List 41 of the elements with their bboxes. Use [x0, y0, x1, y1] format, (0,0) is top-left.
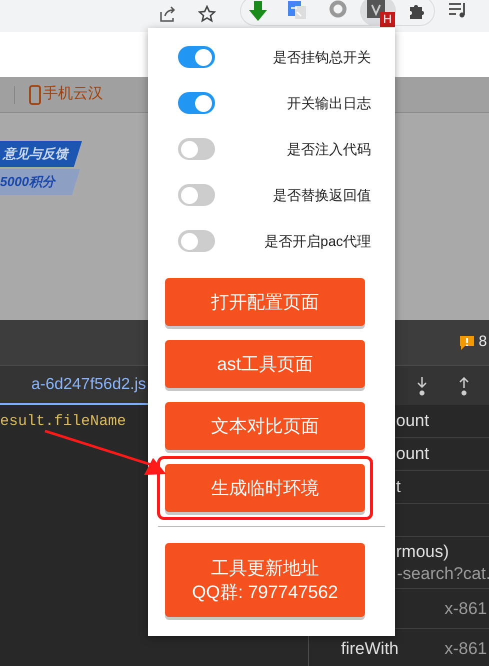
toggle-switch[interactable]	[178, 138, 215, 160]
banner-label: 5000积分	[0, 169, 80, 195]
ring-icon[interactable]	[329, 0, 347, 18]
badge: H	[380, 12, 395, 27]
action-button[interactable]: 工具更新地址 QQ群: 797747562	[165, 543, 365, 617]
download-icon[interactable]	[247, 0, 269, 22]
toggle-label: 是否开启pac代理	[264, 232, 371, 251]
code-line: esult.fileName	[0, 412, 126, 432]
toggle-switch[interactable]	[178, 230, 215, 252]
property-name: ount	[396, 443, 430, 466]
step-out-icon[interactable]	[457, 376, 471, 396]
extension-icon[interactable]	[367, 0, 385, 18]
property-name: ount	[396, 410, 430, 432]
phone-link[interactable]: 手机云汉	[29, 83, 103, 106]
toggle-switch[interactable]	[178, 92, 215, 114]
action-button[interactable]: 生成临时环境	[165, 464, 365, 512]
action-button[interactable]: 打开配置页面	[165, 278, 365, 326]
property-name: fireWith	[341, 638, 399, 660]
toggle-switch[interactable]	[178, 46, 215, 68]
playlist-icon[interactable]	[448, 1, 468, 19]
property-name: rmous)	[396, 540, 449, 562]
toggle-label: 开关输出日志	[287, 94, 371, 112]
action-button[interactable]: 文本对比页面	[165, 402, 365, 450]
toggle-switch[interactable]	[178, 184, 215, 206]
toggle-label: 是否挂钩总开关	[273, 48, 371, 66]
translate-icon[interactable]	[287, 0, 307, 20]
property-value: -search?cat.	[397, 562, 489, 584]
step-into-icon[interactable]	[415, 376, 429, 396]
property-value: x-861	[444, 638, 487, 660]
share-icon[interactable]	[159, 5, 177, 23]
warning-icon	[458, 334, 475, 350]
property-name: t	[396, 476, 401, 498]
banner-label: 意见与反馈	[0, 141, 82, 167]
toggle-label: 是否替换返回值	[273, 186, 371, 204]
puzzle-icon[interactable]	[407, 2, 425, 20]
action-button[interactable]: ast工具页面	[165, 340, 365, 388]
warning-count: 8	[478, 332, 487, 352]
toggle-label: 是否注入代码	[287, 140, 371, 158]
star-icon[interactable]	[198, 5, 216, 23]
phone-icon	[29, 84, 41, 104]
property-value: x-861	[444, 598, 487, 620]
